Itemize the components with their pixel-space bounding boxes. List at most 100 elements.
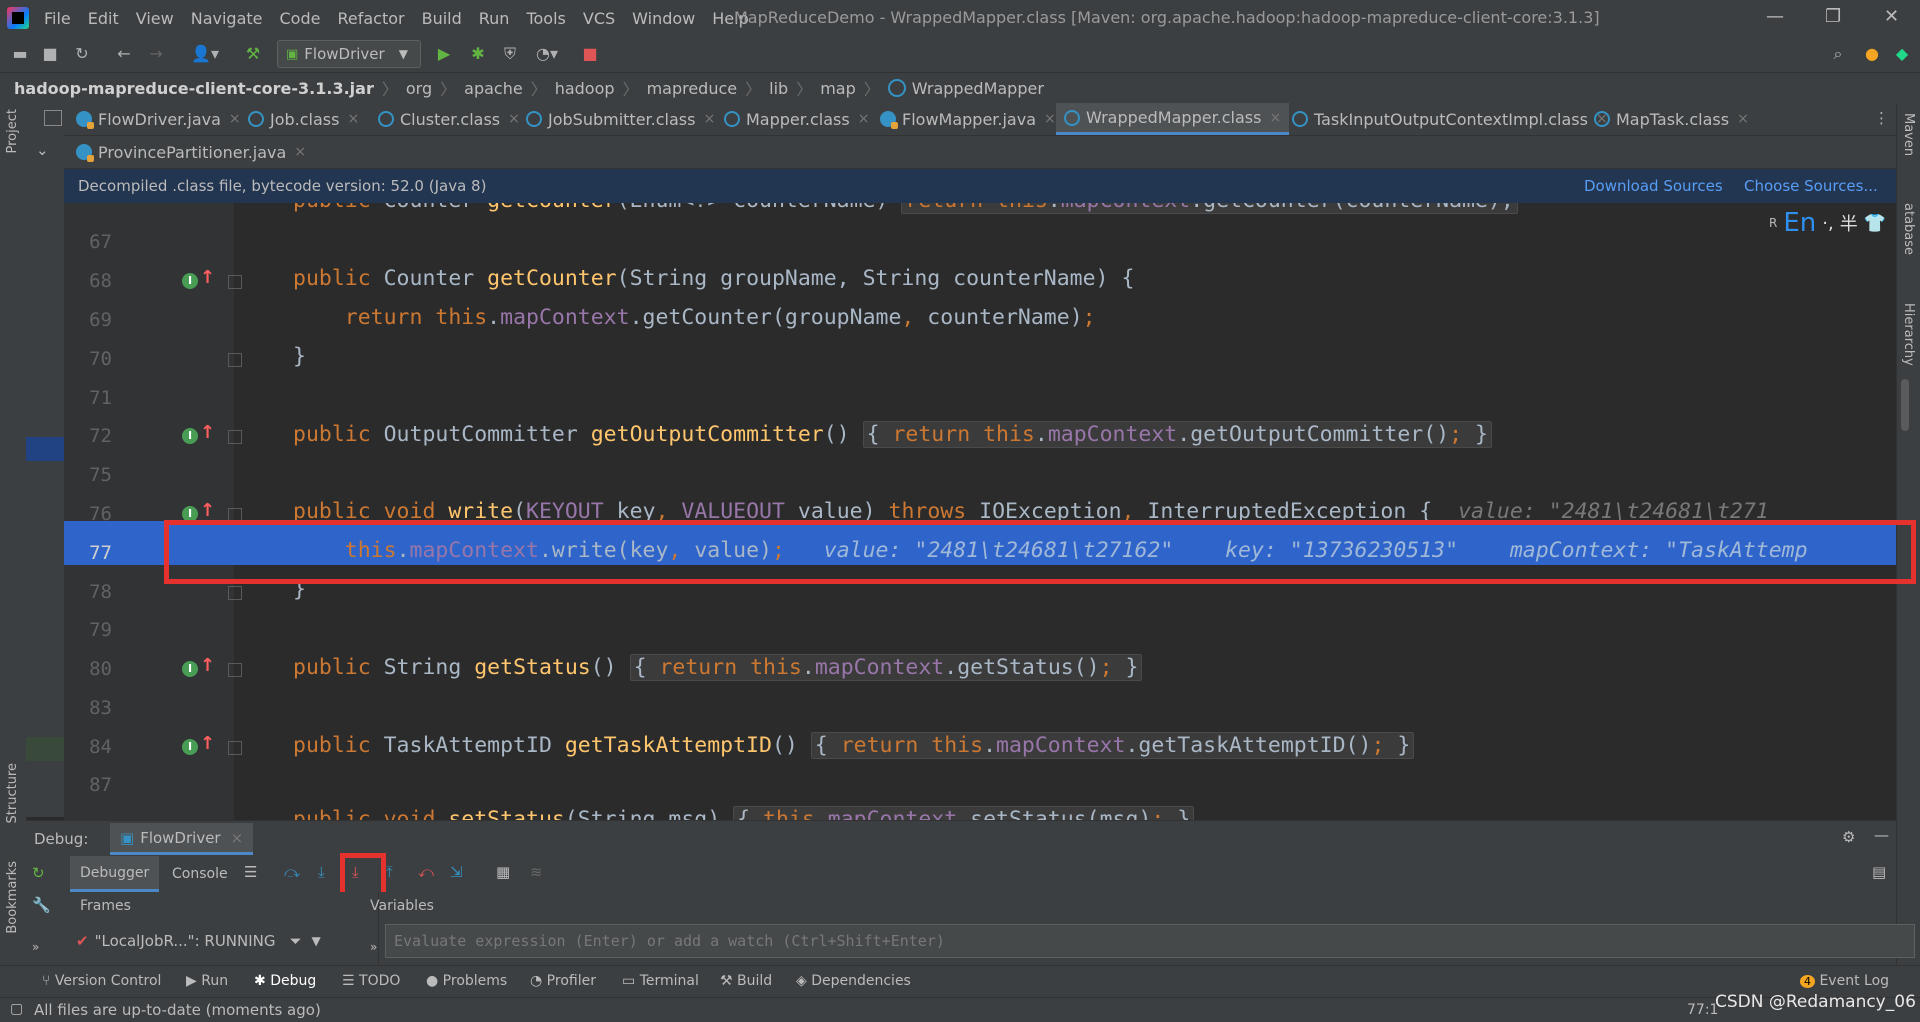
evaluate-expression-input[interactable]: Evaluate expression (Enter) or add a wat… [385,924,1915,958]
menu-edit[interactable]: Edit [88,9,119,28]
user-dropdown-icon[interactable]: 👤▾ [190,44,220,64]
minimize-icon[interactable]: — [1766,6,1784,27]
fold-expand-icon[interactable] [228,430,242,444]
download-sources-link[interactable]: Download Sources [1584,177,1723,195]
drop-frame-icon[interactable]: ⤺ [418,863,434,881]
breadcrumb-item[interactable]: hadoop [555,79,615,98]
chevron-down-icon[interactable]: ▼ [312,934,321,948]
step-into-icon[interactable]: ⤓ [318,863,325,881]
more-tabs-icon[interactable]: ⋮ [1874,109,1889,127]
menu-navigate[interactable]: Navigate [191,9,263,28]
profile-icon[interactable]: ◔▾ [530,44,564,64]
overrides-icon[interactable]: I [182,428,198,444]
editor-scrollbar-thumb[interactable] [1901,379,1909,431]
maven-tool-tab[interactable]: Maven [1901,113,1916,156]
bookmarks-tool-tab[interactable]: Bookmarks [5,861,20,934]
breadcrumb-item[interactable]: lib [769,79,788,98]
close-icon[interactable]: × [231,829,244,847]
tab-wrappedmapper-class[interactable]: WrappedMapper.class × [1056,103,1290,135]
menu-view[interactable]: View [136,9,174,28]
tool-debug[interactable]: ✱ Debug [254,973,316,989]
fold-marker-icon[interactable] [228,586,242,600]
chevron-down-icon[interactable]: ⌄ [36,141,49,159]
tab-debugger[interactable]: Debugger [70,856,160,892]
close-icon[interactable]: × [347,111,359,127]
rerun-icon[interactable]: ↻ [32,864,45,882]
tool-profiler[interactable]: ◔ Profiler [530,973,596,989]
recent-files-icon[interactable] [44,110,62,126]
wrench-icon[interactable]: 🔧 [32,896,51,914]
expand-icon[interactable]: » [370,940,377,954]
save-icon[interactable]: ■ [40,44,60,64]
tool-build[interactable]: ⚒ Build [720,973,772,989]
close-icon[interactable]: × [858,111,870,127]
minimize-panel-icon[interactable]: — [1874,826,1889,844]
menu-refactor[interactable]: Refactor [337,9,404,28]
tool-version-control[interactable]: ⑂ Version Control [42,973,161,989]
database-tool-tab[interactable]: atabase [1901,203,1916,255]
menu-run[interactable]: Run [479,9,510,28]
run-icon[interactable]: ▶ [434,44,454,64]
sync-icon[interactable]: ↻ [72,44,92,64]
tab-jobsubmitter-class[interactable]: JobSubmitter.class × [526,103,715,135]
menu-vcs[interactable]: VCS [583,9,615,28]
tool-problems[interactable]: ● Problems [426,973,507,989]
debug-bug-icon[interactable]: ✱ [468,44,488,64]
tab-mapper-class[interactable]: Mapper.class × [724,103,869,135]
run-configuration-selector[interactable]: ▣ FlowDriver ▼ [277,40,421,68]
breadcrumb-item[interactable]: org [406,79,432,98]
tool-event-log[interactable]: 4 Event Log [1800,973,1889,989]
tab-provincepartitioner-java[interactable]: ProvincePartitioner.java × [76,136,306,168]
plugin-icon[interactable]: ◆ [1892,44,1912,64]
tool-terminal[interactable]: ▭ Terminal [622,973,699,989]
search-icon[interactable]: ⌕ [1828,44,1848,64]
fold-expand-icon[interactable] [228,663,242,677]
tool-run[interactable]: ▶ Run [186,973,228,989]
tool-dependencies[interactable]: ◈ Dependencies [796,973,911,989]
tab-job-class[interactable]: Job.class × [248,103,359,135]
filter-icon[interactable]: ⏷ [290,932,302,950]
code-editor[interactable]: public Counter getCounter(Enum<?> counte… [64,203,1896,820]
breadcrumb-item[interactable]: WrappedMapper [912,79,1044,98]
close-icon[interactable]: × [1737,111,1749,127]
close-icon[interactable]: × [508,111,520,127]
evaluate-icon[interactable]: ▦ [496,863,510,881]
fold-expand-icon[interactable] [228,741,242,755]
debug-session-tab[interactable]: ▣ FlowDriver × [110,823,254,855]
coverage-icon[interactable]: ⛨ [500,44,520,64]
menu-code[interactable]: Code [280,9,321,28]
breadcrumb-item[interactable]: hadoop-mapreduce-client-core-3.1.3.jar [14,79,374,98]
close-icon[interactable]: × [703,111,715,127]
threads-list-icon[interactable]: ☰ [244,863,257,881]
overrides-icon[interactable]: I [182,273,198,289]
overrides-icon[interactable]: I [182,661,198,677]
close-icon[interactable]: × [294,144,306,160]
run-to-cursor-icon[interactable]: ⇲ [450,863,463,881]
menu-build[interactable]: Build [422,9,462,28]
overrides-icon[interactable]: I [182,739,198,755]
close-icon[interactable]: × [229,111,241,127]
layout-icon[interactable]: ▤ [1872,863,1886,881]
menu-window[interactable]: Window [632,9,695,28]
stop-icon[interactable]: ■ [580,44,600,64]
expand-icon[interactable]: » [32,940,39,954]
thread-selector[interactable]: ✔ "LocalJobR...": RUNNING ⏷ ▼ [76,924,321,958]
project-tool-tab[interactable]: Project [5,109,20,153]
update-icon[interactable]: ● [1862,44,1882,64]
tab-taskinputoutputcontextimpl-class[interactable]: TaskInputOutputContextImpl.class × [1292,103,1608,135]
structure-tool-tab[interactable]: Structure [5,763,20,823]
step-out-icon[interactable]: ⤒ [386,863,393,881]
open-folder-icon[interactable]: ▬ [10,44,30,64]
hierarchy-tool-tab[interactable]: Hierarchy [1901,303,1916,366]
tab-flowmapper-java[interactable]: FlowMapper.java × [880,103,1056,135]
build-hammer-icon[interactable]: ⚒ [243,44,263,64]
tab-flowdriver-java[interactable]: FlowDriver.java × [76,103,241,135]
forward-icon[interactable]: → [146,44,166,64]
tab-console[interactable]: Console [172,866,228,882]
breadcrumb-item[interactable]: apache [464,79,523,98]
close-icon[interactable]: × [1269,110,1281,126]
breadcrumb-item[interactable]: mapreduce [647,79,738,98]
caret-position[interactable]: 77:1 [1687,1002,1718,1018]
menu-tools[interactable]: Tools [526,9,565,28]
restore-icon[interactable]: ❐ [1825,6,1841,27]
